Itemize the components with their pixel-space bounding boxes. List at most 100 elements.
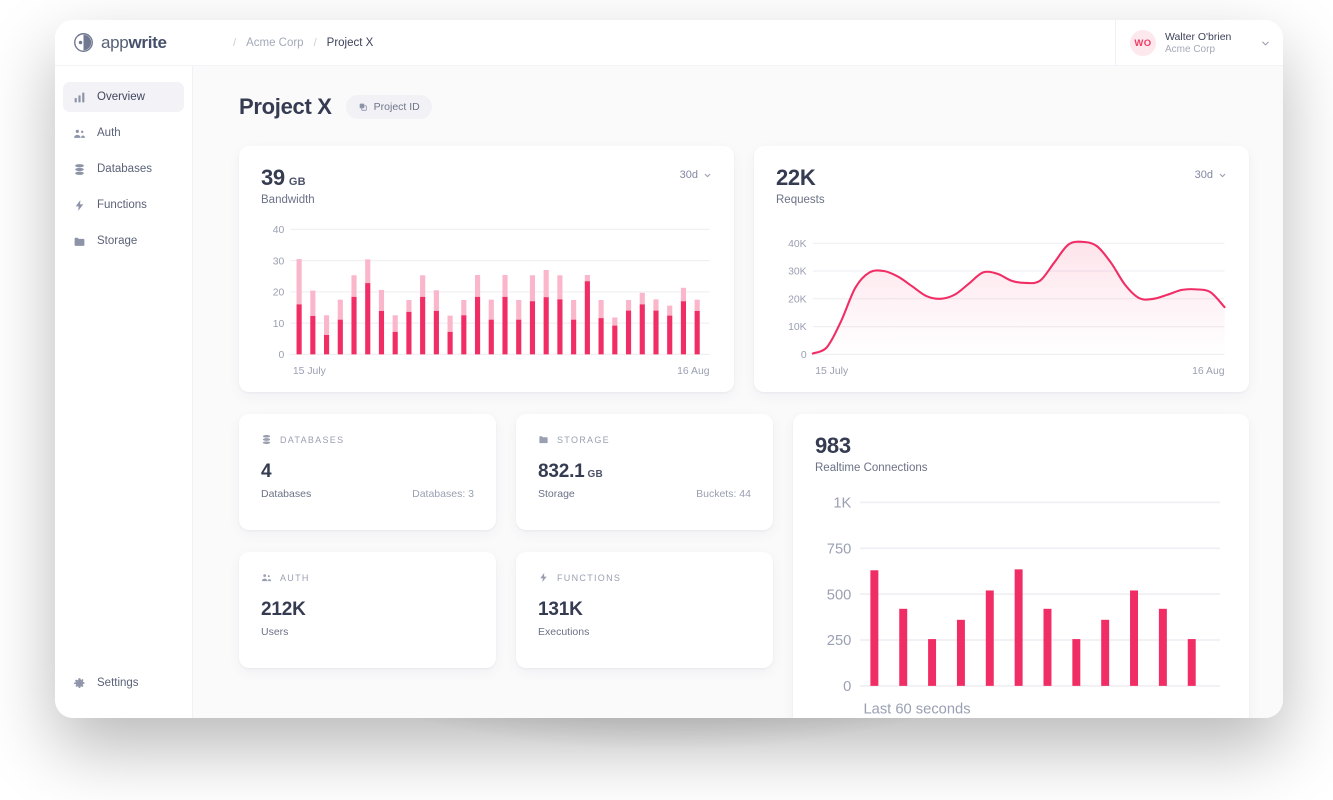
lightning-icon	[540, 572, 547, 583]
lightning-icon	[75, 199, 84, 211]
svg-text:0: 0	[843, 679, 851, 695]
realtime-label: Realtime Connections	[815, 462, 928, 475]
chevron-down-icon	[1262, 41, 1269, 45]
breadcrumb-org[interactable]: Acme Corp	[246, 37, 304, 49]
requests-value: 22K	[776, 165, 816, 190]
brand-name-light: app	[101, 32, 129, 52]
chevron-down-icon	[1219, 173, 1226, 177]
user-menu[interactable]: WO Walter O'brien Acme Corp	[1115, 20, 1283, 66]
auth-card[interactable]: AUTH 212K Users	[239, 552, 496, 668]
metrics-row: DATABASES 4 Databases Databases: 3 STORA…	[239, 414, 1249, 718]
chevron-down-icon	[704, 173, 711, 177]
storage-card-header: STORAGE	[538, 434, 751, 445]
requests-card: 22K Requests 30d 0 10K 20K 30K 40K 15 July 16 …	[754, 146, 1249, 392]
bandwidth-card-header: 39 GB Bandwidth 30d	[261, 166, 712, 206]
page-header: Project X Project ID	[239, 94, 1249, 120]
databases-card-header: DATABASES	[261, 434, 474, 445]
sidebar-item-auth[interactable]: Auth	[63, 118, 184, 148]
bandwidth-label: Bandwidth	[261, 194, 315, 207]
brand-logo[interactable]: appwrite	[55, 32, 181, 53]
requests-range-value: 30d	[1194, 169, 1213, 181]
app-window: appwrite / Acme Corp / Project X WO Walt…	[55, 20, 1283, 718]
user-meta: Walter O'brien Acme Corp	[1165, 31, 1251, 56]
functions-card-header: FUNCTIONS	[538, 572, 751, 583]
svg-text:20: 20	[273, 288, 285, 299]
svg-text:10: 10	[273, 319, 285, 330]
appwrite-logo-icon	[74, 33, 93, 52]
sidebar-item-storage[interactable]: Storage	[63, 226, 184, 256]
functions-card[interactable]: FUNCTIONS 131K Executions	[516, 552, 773, 668]
bandwidth-card: 39 GB Bandwidth 30d 0 10 20 30 40 15 July 16 Au…	[239, 146, 734, 392]
requests-range-select[interactable]: 30d	[1195, 169, 1227, 181]
sidebar-item-label: Databases	[97, 163, 152, 175]
brand-name: appwrite	[101, 33, 167, 53]
sidebar-item-label: Storage	[97, 235, 138, 247]
auth-sub-label: Users	[261, 626, 289, 638]
databases-sub-label: Databases	[261, 488, 312, 500]
database-icon	[262, 434, 271, 445]
bandwidth-unit: GB	[288, 176, 306, 188]
metrics-row-1: DATABASES 4 Databases Databases: 3 STORA…	[239, 414, 773, 530]
gear-icon	[74, 677, 85, 688]
svg-text:750: 750	[827, 542, 852, 558]
storage-value-row: 832.1 GB	[538, 461, 751, 483]
requests-chart-svg: 0 10K 20K 30K 40K 15 July 16 Aug	[788, 239, 1226, 377]
svg-text:40: 40	[273, 225, 285, 236]
storage-card[interactable]: STORAGE 832.1 GB Storage Buckets: 44	[516, 414, 773, 530]
storage-sub-label: Storage	[538, 488, 575, 500]
svg-text:20K: 20K	[788, 295, 807, 306]
requests-chart: 0 10K 20K 30K 40K 15 July 16 Aug	[776, 222, 1227, 384]
databases-value: 4	[261, 461, 272, 482]
project-id-badge[interactable]: Project ID	[345, 95, 432, 119]
requests-value-row: 22K	[776, 166, 825, 189]
databases-card-title: DATABASES	[280, 434, 345, 445]
bandwidth-stat-block: 39 GB Bandwidth	[261, 166, 315, 206]
svg-text:10K: 10K	[788, 322, 807, 333]
realtime-value: 983	[815, 433, 851, 458]
auth-value: 212K	[261, 599, 306, 620]
top-bar: appwrite / Acme Corp / Project X WO Walt…	[55, 20, 1283, 66]
sidebar-item-settings[interactable]: Settings	[63, 668, 184, 698]
storage-aux-label: Buckets: 44	[696, 488, 751, 500]
auth-card-title: AUTH	[280, 572, 310, 583]
sidebar-item-overview[interactable]: Overview	[63, 82, 184, 112]
bandwidth-chart: 0 10 20 30 40 15 July 16 Aug	[261, 222, 712, 384]
storage-unit: GB	[587, 469, 603, 480]
sidebar-item-functions[interactable]: Functions	[63, 190, 184, 220]
database-icon	[75, 163, 84, 175]
sidebar: Overview Auth Databases Functions Storag…	[55, 66, 193, 718]
svg-text:1K: 1K	[833, 496, 851, 512]
sidebar-item-label: Settings	[97, 677, 139, 689]
user-name: Walter O'brien	[1165, 30, 1232, 43]
metrics-row-2: AUTH 212K Users FUNCTIONS 131K Execution…	[239, 552, 773, 668]
svg-text:16 Aug: 16 Aug	[1192, 366, 1225, 377]
svg-text:30: 30	[273, 256, 285, 267]
databases-card-footer: Databases Databases: 3	[261, 488, 474, 500]
breadcrumb-project[interactable]: Project X	[327, 37, 374, 49]
app-body: Overview Auth Databases Functions Storag…	[55, 66, 1283, 718]
storage-card-footer: Storage Buckets: 44	[538, 488, 751, 500]
sidebar-item-label: Auth	[97, 127, 121, 139]
svg-text:0: 0	[801, 350, 807, 361]
databases-aux-label: Databases: 3	[412, 488, 474, 500]
realtime-chart-svg: 0 250 500 750 1K Last 60 seconds	[827, 496, 1221, 718]
svg-text:16 Aug: 16 Aug	[677, 366, 710, 377]
users-icon	[261, 574, 272, 582]
bandwidth-chart-svg: 0 10 20 30 40 15 July 16 Aug	[273, 225, 710, 377]
sidebar-item-databases[interactable]: Databases	[63, 154, 184, 184]
folder-icon	[74, 237, 85, 246]
breadcrumb-sep-2: /	[313, 36, 317, 49]
requests-card-header: 22K Requests 30d	[776, 166, 1227, 206]
functions-card-footer: Executions	[538, 626, 751, 638]
storage-value: 832.1	[538, 461, 585, 482]
databases-card[interactable]: DATABASES 4 Databases Databases: 3	[239, 414, 496, 530]
svg-text:500: 500	[827, 587, 852, 603]
svg-text:30K: 30K	[788, 267, 807, 278]
bandwidth-range-select[interactable]: 30d	[680, 169, 712, 181]
user-org: Acme Corp	[1165, 43, 1216, 55]
users-icon	[74, 129, 85, 138]
svg-text:0: 0	[278, 350, 284, 361]
bandwidth-value: 39	[261, 165, 285, 190]
bandwidth-value-row: 39 GB	[261, 166, 315, 189]
